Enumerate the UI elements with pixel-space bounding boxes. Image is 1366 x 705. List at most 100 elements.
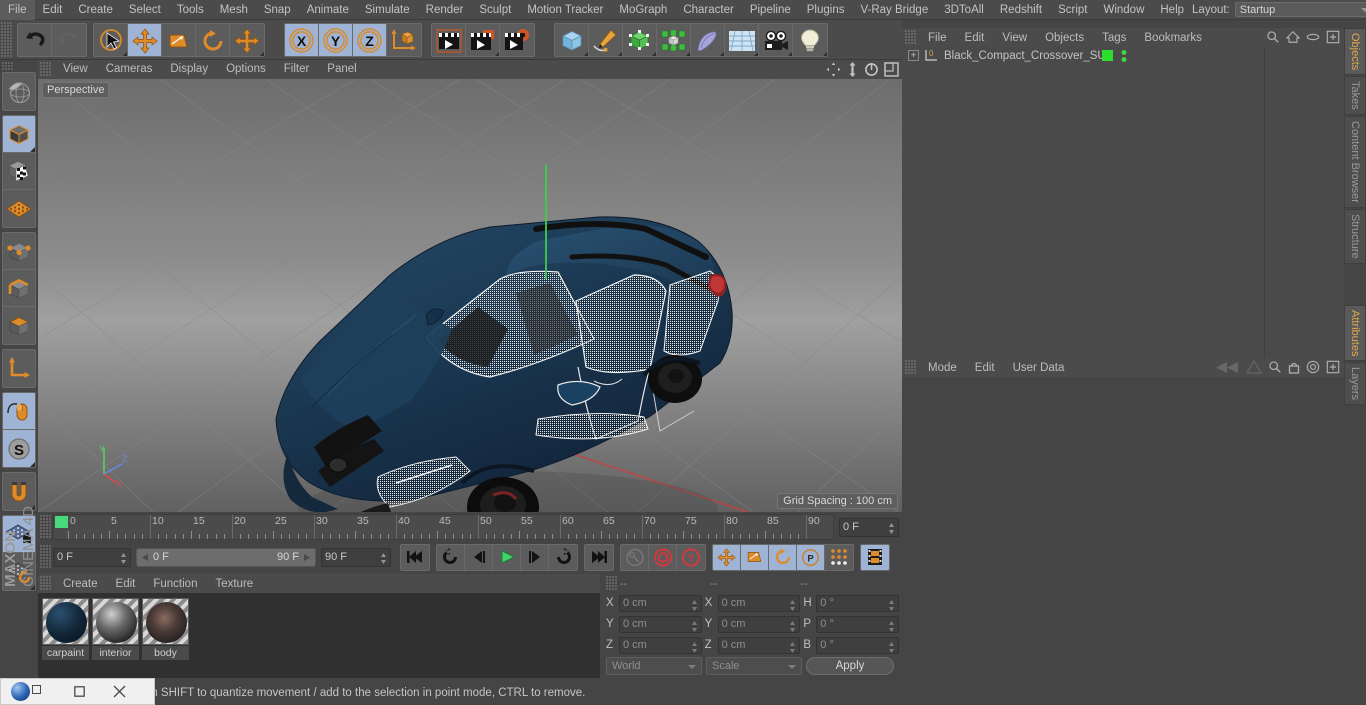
new-layer-icon[interactable] [1326,30,1340,44]
viewport-solo-button[interactable] [3,393,35,430]
live-selection-tool[interactable] [94,23,128,56]
maximize-window-button[interactable] [59,679,99,705]
attribute-menu-edit[interactable]: Edit [966,362,1004,374]
rotation-b-field[interactable]: 0 ° [816,636,900,654]
edges-mode-button[interactable] [3,270,35,307]
spinner-icon[interactable] [888,641,895,654]
material-menu-edit[interactable]: Edit [107,578,145,590]
menu-item-tools[interactable]: Tools [169,0,212,20]
pan-view-icon[interactable] [826,62,841,77]
scene-environment-button[interactable] [725,23,759,56]
render-view-button[interactable] [432,23,466,56]
space-dropdown[interactable]: World [606,657,702,675]
axis-z-toggle[interactable]: Z [353,23,387,56]
home-icon[interactable] [1286,30,1300,44]
attribute-manager-grip[interactable] [905,360,916,375]
object-menu-objects[interactable]: Objects [1036,32,1093,44]
record-scale-button[interactable] [741,544,769,570]
rotation-h-field[interactable]: 0 ° [816,594,900,612]
axis-y-toggle[interactable]: Y [319,23,353,56]
back-nav-icon[interactable] [1214,361,1240,374]
position-z-field[interactable]: 0 cm [618,636,702,654]
search-icon[interactable] [1266,30,1280,44]
new-tab-icon[interactable] [1326,360,1340,374]
vertical-tab-objects[interactable]: Objects [1344,28,1366,76]
perspective-viewport[interactable]: Perspective Grid Spacing : 100 cm Y Z X [38,79,902,512]
vertical-tab-takes[interactable]: Takes [1344,76,1366,116]
workplane-mode-button[interactable] [3,190,35,227]
primitive-cube-button[interactable] [555,23,589,56]
record-position-button[interactable] [713,544,741,570]
material-menu-function[interactable]: Function [144,578,206,590]
menu-item-file[interactable]: File [0,0,35,20]
menu-item-redshift[interactable]: Redshift [992,0,1050,20]
spinner-icon[interactable] [789,641,796,654]
spinner-icon[interactable] [691,620,698,633]
viewport-menu-options[interactable]: Options [217,60,275,79]
spinner-icon[interactable] [691,599,698,612]
object-tree[interactable]: +0 Black_Compact_Crossover_SUV [902,47,1344,358]
current-frame-field[interactable]: 0 F [839,517,899,537]
size-y-field[interactable]: 0 cm [717,615,801,633]
playhead-marker[interactable] [55,516,68,528]
mode-dropdown[interactable]: Scale [706,657,802,675]
play-forward-button[interactable] [493,544,521,570]
material-grip[interactable] [40,576,51,591]
material-preview[interactable] [142,598,189,645]
apply-button[interactable]: Apply [806,657,894,675]
spinner-icon[interactable] [380,552,387,565]
play-backwards-rewind-button[interactable] [437,544,465,570]
spinner-icon[interactable] [691,641,698,654]
timeline-view-button[interactable] [861,544,889,570]
menu-item-animate[interactable]: Animate [299,0,357,20]
snap-settings-button[interactable]: S [3,430,35,467]
material-list[interactable]: carpaint interior body [38,593,600,678]
go-to-start-button[interactable] [401,544,429,570]
go-to-end-button[interactable] [585,544,613,570]
transform-tool[interactable] [230,23,264,56]
object-menu-bookmarks[interactable]: Bookmarks [1135,32,1211,44]
polygons-mode-button[interactable] [3,307,35,344]
menu-item-simulate[interactable]: Simulate [357,0,418,20]
texture-mode-button[interactable] [3,153,35,190]
menu-item-render[interactable]: Render [418,0,472,20]
axis-x-toggle[interactable]: X [285,23,319,56]
rotate-tool[interactable] [196,23,230,56]
menu-item-window[interactable]: Window [1095,0,1152,20]
generator-button[interactable] [623,23,657,56]
camera-button[interactable] [759,23,793,56]
material-menu-create[interactable]: Create [54,578,107,590]
menu-item-script[interactable]: Script [1050,0,1095,20]
viewport-grip[interactable] [40,62,51,77]
close-window-button[interactable] [99,679,139,705]
rotation-p-field[interactable]: 0 ° [816,615,900,633]
viewport-menu-view[interactable]: View [54,60,97,79]
enable-axis-button[interactable] [3,350,35,387]
magnet-tool-button[interactable] [3,473,35,510]
timeline-grip[interactable] [40,515,51,539]
menu-item-snap[interactable]: Snap [256,0,299,20]
position-x-field[interactable]: 0 cm [618,594,702,612]
object-menu-edit[interactable]: Edit [956,32,994,44]
menu-item-motion-tracker[interactable]: Motion Tracker [519,0,611,20]
point-level-animation-button[interactable] [825,544,853,570]
menu-item-pipeline[interactable]: Pipeline [742,0,799,20]
size-z-field[interactable]: 0 cm [717,636,801,654]
object-row[interactable]: +0 Black_Compact_Crossover_SUV [902,47,1344,64]
spinner-icon[interactable] [120,552,127,565]
playback-frame-field[interactable]: 0 F [53,547,131,567]
layout-dropdown[interactable]: Startup [1234,2,1366,17]
menu-item-sculpt[interactable]: Sculpt [471,0,519,20]
coordinate-grip[interactable] [606,576,617,591]
loop-button[interactable] [549,544,577,570]
spinner-icon[interactable] [789,620,796,633]
next-frame-button[interactable] [521,544,549,570]
object-menu-view[interactable]: View [993,32,1036,44]
left-toolbar-grip[interactable] [2,62,13,70]
material-item[interactable]: body [142,598,189,678]
zoom-view-icon[interactable] [846,62,859,77]
material-menu-texture[interactable]: Texture [206,578,262,590]
spinner-icon[interactable] [888,522,895,535]
visibility-dots[interactable] [1121,49,1127,66]
object-manager-grip[interactable] [905,30,916,45]
